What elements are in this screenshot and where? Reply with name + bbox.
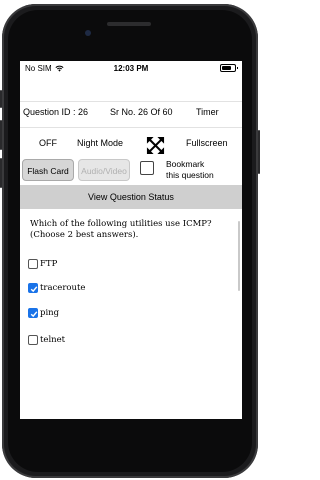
option-checkbox[interactable] [28,308,38,318]
flash-card-button[interactable]: Flash Card [22,159,74,181]
bookmark-checkbox[interactable] [140,161,154,175]
status-bar: No SIM 12:03 PM [20,61,242,75]
option-label: traceroute [40,283,86,293]
bookmark-label-line1: Bookmark [166,159,205,169]
battery-icon [220,64,238,72]
volume-down-button [0,158,2,188]
audio-video-button[interactable]: Audio/Video [78,159,130,181]
night-mode-label: Night Mode [77,138,124,148]
clock: 12:03 PM [113,64,149,73]
serial-number: Sr No. 26 Of 60 [110,107,173,117]
bookmark-label[interactable]: Bookmark this question [166,159,214,181]
timer-label: Timer [196,107,219,117]
option-checkbox[interactable] [28,259,38,269]
app-screen: No SIM 12:03 PM Question ID : 26 Sr No. … [20,61,242,419]
fullscreen-label[interactable]: Fullscreen [186,138,228,148]
bookmark-label-line2: this question [166,170,214,180]
night-mode-toggle[interactable]: OFF [39,138,57,148]
mute-switch [0,90,2,108]
question-info-bar: Question ID : 26 Sr No. 26 Of 60 Timer [20,107,242,121]
action-row: Flash Card Audio/Video Bookmark this que… [20,159,242,183]
volume-up-button [0,120,2,150]
divider [20,101,242,102]
option-checkbox[interactable] [28,283,38,293]
earpiece-speaker [107,22,151,26]
fullscreen-icon[interactable] [146,136,165,155]
option-checkbox[interactable] [28,335,38,345]
option-label: telnet [40,335,66,345]
divider [20,127,242,128]
scrollbar[interactable] [238,221,240,291]
front-camera [85,30,91,36]
checkmark-icon [30,286,38,293]
checkmark-icon [30,311,38,318]
power-button [258,130,260,174]
view-question-status-button[interactable]: View Question Status [20,185,242,209]
question-id: Question ID : 26 [23,107,89,117]
option-label: FTP [40,259,58,269]
option-label: ping [40,308,60,318]
display-controls: OFF Night Mode Fullscreen [20,136,242,155]
question-text: Which of the following utilities use ICM… [30,219,212,240]
